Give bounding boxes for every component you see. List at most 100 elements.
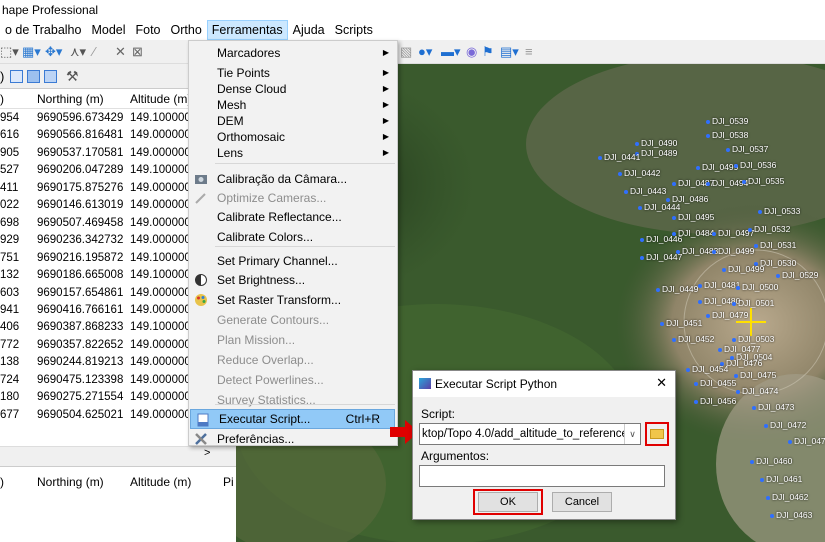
camera-marker[interactable]: DJI_0529 bbox=[776, 270, 818, 280]
menu-item-calibração-da-câmara[interactable]: Calibração da Câmara... bbox=[189, 169, 397, 189]
column-header-altitude-2[interactable]: Altitude (m) bbox=[130, 475, 191, 489]
camera-marker[interactable]: DJI_0444 bbox=[638, 202, 680, 212]
menu-item-label: Calibrate Colors... bbox=[217, 230, 314, 244]
menu-tools[interactable]: Ferramentas bbox=[206, 20, 288, 40]
camera-marker[interactable]: DJI_0499 bbox=[722, 264, 764, 274]
layers-icon[interactable]: ▤▾ bbox=[500, 44, 519, 59]
camera-marker[interactable]: DJI_0449 bbox=[656, 284, 698, 294]
camera-marker[interactable]: DJI_0475 bbox=[734, 370, 776, 380]
flag-icon[interactable]: ⚑ bbox=[482, 44, 494, 59]
camera-marker[interactable]: DJI_0535 bbox=[742, 176, 784, 186]
camera-marker[interactable]: DJI_0452 bbox=[672, 334, 714, 344]
globe-icon[interactable]: ●▾ bbox=[418, 44, 432, 59]
camera-marker[interactable]: DJI_0532 bbox=[748, 224, 790, 234]
column-header-northing-2[interactable]: Northing (m) bbox=[37, 475, 104, 489]
menu-item-reduce-overlap[interactable]: Reduce Overlap... bbox=[189, 350, 397, 370]
script-path-combobox[interactable]: ktop/Topo 4.0/add_altitude_to_reference.… bbox=[419, 423, 641, 445]
menu-item-survey-statistics[interactable]: Survey Statistics... bbox=[189, 390, 397, 410]
camera-marker[interactable]: DJI_0539 bbox=[706, 116, 748, 126]
menu-item-calibrate-reflectance[interactable]: Calibrate Reflectance... bbox=[189, 207, 397, 227]
folder-icon[interactable] bbox=[650, 429, 664, 439]
arguments-input[interactable] bbox=[419, 465, 665, 487]
menu-item-generate-contours[interactable]: Generate Contours... bbox=[189, 310, 397, 330]
camera-marker[interactable]: DJI_0538 bbox=[706, 130, 748, 140]
column-header-pitch-2[interactable]: Pi bbox=[223, 475, 234, 489]
select-icon[interactable]: ⬚▾ bbox=[0, 44, 19, 59]
menu-help[interactable]: Ajuda bbox=[288, 20, 330, 40]
column-header-altitude[interactable]: Altitude (m) bbox=[130, 92, 191, 106]
camera-marker[interactable]: DJI_0456 bbox=[694, 396, 736, 406]
menu-item-set-brightness[interactable]: Set Brightness... bbox=[189, 270, 397, 290]
menu-item-preferências[interactable]: Preferências... bbox=[189, 429, 397, 449]
column-header-id[interactable]: ) bbox=[0, 92, 4, 106]
column-header-northing[interactable]: Northing (m) bbox=[37, 92, 104, 106]
menu-ortho[interactable]: Ortho bbox=[166, 20, 207, 40]
camera-marker[interactable]: DJI_0443 bbox=[624, 186, 666, 196]
delete-icon[interactable]: ✕ bbox=[115, 44, 126, 59]
camera-marker[interactable]: DJI_0460 bbox=[750, 456, 792, 466]
camera-marker[interactable]: DJI_0474 bbox=[736, 386, 778, 396]
camera-marker[interactable]: DJI_0500 bbox=[736, 282, 778, 292]
camera-marker[interactable]: DJI_0455 bbox=[694, 378, 736, 388]
shapes-icon[interactable]: ◉ bbox=[466, 44, 477, 59]
column-header-id-2[interactable]: ) bbox=[0, 475, 4, 489]
camera-marker[interactable]: DJI_0495 bbox=[672, 212, 714, 222]
menu-item-set-primary-channel[interactable]: Set Primary Channel... bbox=[189, 251, 397, 271]
camera-marker[interactable]: DJI_0461 bbox=[760, 474, 802, 484]
camera-marker[interactable]: DJI_0489 bbox=[635, 148, 677, 158]
chevron-down-icon[interactable]: ∨ bbox=[624, 424, 640, 444]
cell-id: 616 bbox=[0, 129, 20, 142]
camera-marker[interactable]: DJI_0503 bbox=[732, 334, 774, 344]
tools-icon[interactable]: ⚒ bbox=[66, 68, 79, 85]
convert-icon[interactable] bbox=[44, 70, 57, 83]
camera-marker[interactable]: DJI_0441 bbox=[598, 152, 640, 162]
camera-marker[interactable]: DJI_0472 bbox=[764, 420, 806, 430]
crop-icon[interactable]: ⊠ bbox=[132, 44, 143, 59]
camera-marker[interactable]: DJI_0454 bbox=[686, 364, 728, 374]
camera-marker[interactable]: DJI_0533 bbox=[758, 206, 800, 216]
camera-marker[interactable]: DJI_0499 bbox=[696, 162, 738, 172]
camera-marker[interactable]: DJI_0451 bbox=[660, 318, 702, 328]
stack-icon[interactable]: ≡ bbox=[525, 44, 533, 59]
export-icon[interactable] bbox=[27, 70, 40, 83]
camera-marker[interactable]: DJI_0481 bbox=[698, 280, 740, 290]
region-icon[interactable]: ▦▾ bbox=[22, 44, 41, 59]
menu-workspace[interactable]: o de Trabalho bbox=[0, 20, 86, 40]
menu-item-set-raster-transform[interactable]: Set Raster Transform... bbox=[189, 290, 397, 310]
ok-button[interactable]: OK bbox=[478, 492, 538, 512]
camera-marker[interactable]: DJI_0462 bbox=[766, 492, 808, 502]
camera-marker[interactable]: DJI_0501 bbox=[732, 298, 774, 308]
camera-marker[interactable]: DJI_0490 bbox=[635, 138, 677, 148]
menu-item-executar-script[interactable]: Executar Script... Ctrl+R bbox=[190, 409, 395, 429]
camera-dot-icon bbox=[706, 182, 710, 186]
menu-item-plan-mission[interactable]: Plan Mission... bbox=[189, 330, 397, 350]
menu-item-detect-powerlines[interactable]: Detect Powerlines... bbox=[189, 370, 397, 390]
camera-marker[interactable]: DJI_0479 bbox=[706, 310, 748, 320]
camera-dot-icon bbox=[754, 244, 758, 248]
camera-marker[interactable]: DJI_0442 bbox=[618, 168, 660, 178]
camera-marker[interactable]: DJI_0499 bbox=[712, 246, 754, 256]
view-icon[interactable]: ▧ bbox=[400, 44, 412, 59]
import-icon[interactable] bbox=[10, 70, 23, 83]
ruler-icon[interactable]: ⋏▾ bbox=[70, 44, 86, 59]
menu-item-calibrate-colors[interactable]: Calibrate Colors... bbox=[189, 227, 397, 247]
camera-marker[interactable]: DJI_0531 bbox=[754, 240, 796, 250]
menu-photo[interactable]: Foto bbox=[131, 20, 166, 40]
menu-model[interactable]: Model bbox=[86, 20, 130, 40]
camera-marker[interactable]: DJI_0484 bbox=[672, 228, 714, 238]
menu-scripts[interactable]: Scripts bbox=[330, 20, 378, 40]
cancel-button[interactable]: Cancel bbox=[552, 492, 612, 512]
camera-marker[interactable]: DJI_0463 bbox=[770, 510, 812, 520]
menu-item-marcadores[interactable]: Marcadores ▶ bbox=[189, 43, 397, 63]
menu-item-lens[interactable]: Lens ▶ bbox=[189, 143, 397, 163]
close-icon[interactable]: ✕ bbox=[656, 375, 667, 391]
camera-marker[interactable]: DJI_0536 bbox=[734, 160, 776, 170]
camera-label: DJI_0495 bbox=[678, 212, 715, 222]
move-icon[interactable]: ✥▾ bbox=[45, 44, 62, 59]
camera-marker[interactable]: DJI_0473 bbox=[752, 402, 794, 412]
camera-marker[interactable]: DJI_0537 bbox=[726, 144, 768, 154]
image-icon[interactable]: ▬▾ bbox=[441, 44, 461, 59]
menu-item-optimize-cameras[interactable]: Optimize Cameras... bbox=[189, 188, 397, 208]
camera-marker[interactable]: DJI_0471 bbox=[788, 436, 825, 446]
pencil-icon[interactable]: ⁄ bbox=[93, 44, 95, 59]
